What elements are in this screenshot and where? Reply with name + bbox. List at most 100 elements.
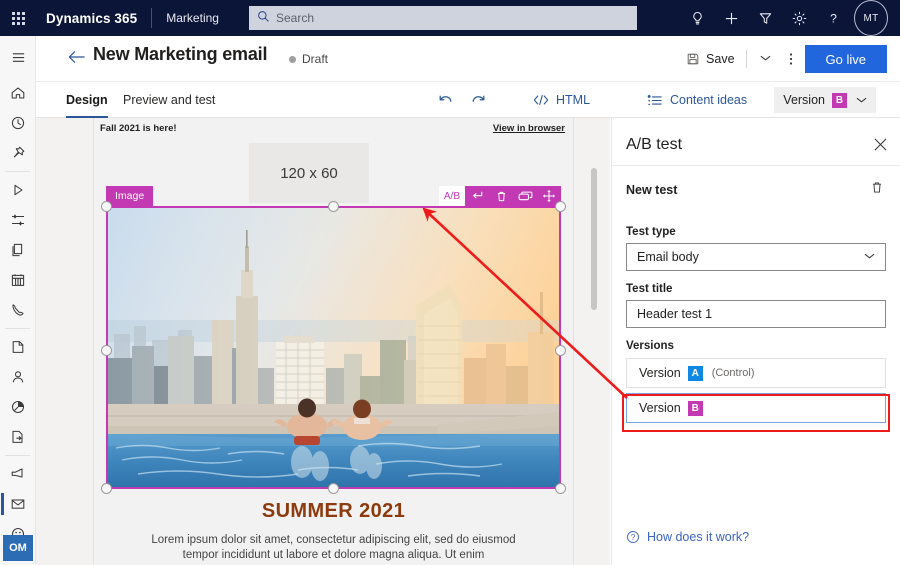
sidebar-divider bbox=[5, 455, 30, 456]
resize-handle-bottom-right[interactable] bbox=[555, 483, 566, 494]
status-text: Draft bbox=[302, 52, 329, 66]
sidebar-item-recent[interactable] bbox=[0, 108, 36, 138]
email-designer-canvas[interactable]: Fall 2021 is here! View in browser 120 x… bbox=[36, 118, 610, 565]
search-placeholder-text: Search bbox=[276, 11, 315, 25]
tab-design[interactable]: Design bbox=[66, 82, 108, 118]
search-icon bbox=[257, 10, 270, 26]
test-type-select[interactable]: Email body bbox=[626, 243, 886, 271]
version-row-a[interactable]: Version A (Control) bbox=[626, 358, 886, 388]
how-does-it-work-label: How does it work? bbox=[647, 530, 750, 544]
command-divider bbox=[745, 50, 747, 68]
sidebar-item-home[interactable] bbox=[0, 78, 36, 108]
save-options-chevron-down-icon[interactable] bbox=[754, 54, 777, 64]
panel-title: A/B test bbox=[626, 136, 683, 153]
version-a-label: Version bbox=[639, 366, 681, 380]
svg-text:?: ? bbox=[830, 11, 837, 25]
sidebar-item-templates[interactable] bbox=[0, 422, 36, 452]
gear-icon[interactable] bbox=[782, 0, 816, 36]
top-navigation-bar: Dynamics 365 Marketing Search ? MT bbox=[0, 0, 900, 36]
resize-handle-middle-left[interactable] bbox=[101, 345, 112, 356]
sidebar-area-switcher[interactable]: OM bbox=[3, 535, 33, 561]
canvas-scrollbar[interactable] bbox=[591, 168, 597, 310]
sidebar-item-contacts[interactable] bbox=[0, 362, 36, 392]
sidebar-item-hamburger-menu[interactable] bbox=[0, 42, 36, 72]
search-input[interactable]: Search bbox=[249, 6, 637, 30]
undo-button[interactable] bbox=[437, 82, 453, 118]
sidebar-item-segments[interactable] bbox=[0, 205, 36, 235]
content-ideas-icon bbox=[647, 94, 663, 107]
resize-handle-bottom-center[interactable] bbox=[328, 483, 339, 494]
ab-test-panel: A/B test New test Test type Email body T… bbox=[611, 118, 900, 565]
how-does-it-work-link[interactable]: ? How does it work? bbox=[626, 530, 749, 544]
image-block[interactable]: Image A/B bbox=[101, 186, 566, 494]
duplicate-block-icon[interactable] bbox=[513, 186, 537, 206]
save-button[interactable]: Save bbox=[682, 52, 739, 66]
email-preheader-text: Fall 2021 is here! bbox=[100, 123, 177, 134]
command-bar: New Marketing email Draft Save Go live bbox=[36, 36, 900, 82]
nav-icon-group: ? MT bbox=[680, 0, 894, 36]
question-circle-icon: ? bbox=[626, 530, 640, 544]
more-commands-icon[interactable] bbox=[777, 51, 805, 67]
panel-section-title: New test bbox=[626, 183, 678, 197]
sidebar-item-pinned[interactable] bbox=[0, 138, 36, 168]
sidebar-item-emails[interactable] bbox=[0, 489, 36, 519]
app-name: Marketing bbox=[166, 11, 219, 25]
close-icon[interactable] bbox=[874, 138, 887, 152]
test-type-value: Email body bbox=[637, 250, 699, 264]
content-ideas-button[interactable]: Content ideas bbox=[647, 82, 747, 118]
tab-preview-and-test[interactable]: Preview and test bbox=[123, 82, 215, 118]
resize-handle-middle-right[interactable] bbox=[555, 345, 566, 356]
sidebar-divider bbox=[5, 171, 30, 172]
sidebar-item-forms[interactable] bbox=[0, 332, 36, 362]
version-selector[interactable]: Version B bbox=[774, 87, 876, 113]
command-bar-actions: Save Go live bbox=[682, 36, 887, 82]
avatar[interactable]: MT bbox=[854, 0, 888, 36]
redo-button[interactable] bbox=[471, 82, 487, 118]
test-title-input[interactable]: Header test 1 bbox=[626, 300, 886, 328]
sidebar-item-analytics[interactable] bbox=[0, 392, 36, 422]
email-page: Fall 2021 is here! View in browser 120 x… bbox=[93, 118, 574, 565]
annotation-highlight-box bbox=[622, 394, 890, 432]
block-toolbar: A/B bbox=[438, 186, 561, 206]
sidebar-divider bbox=[5, 328, 30, 329]
go-live-button[interactable]: Go live bbox=[804, 45, 887, 73]
html-button[interactable]: HTML bbox=[533, 82, 590, 118]
version-a-note: (Control) bbox=[711, 367, 755, 379]
block-type-tag[interactable]: Image bbox=[106, 186, 154, 206]
test-title-label: Test title bbox=[626, 283, 673, 295]
ab-test-button[interactable]: A/B bbox=[438, 186, 465, 206]
resize-handle-bottom-left[interactable] bbox=[101, 483, 112, 494]
undo-block-icon[interactable] bbox=[465, 186, 489, 206]
sidebar-item-campaigns[interactable] bbox=[0, 459, 36, 489]
view-in-browser-link[interactable]: View in browser bbox=[493, 123, 565, 134]
delete-block-icon[interactable] bbox=[489, 186, 513, 206]
test-type-label: Test type bbox=[626, 226, 676, 238]
delete-test-icon[interactable] bbox=[870, 180, 884, 200]
sidebar-item-calls[interactable] bbox=[0, 295, 36, 325]
sidebar-rail: OM bbox=[0, 36, 36, 565]
sidebar-item-journeys[interactable] bbox=[0, 175, 36, 205]
resize-handle-top-right[interactable] bbox=[555, 201, 566, 212]
app-launcher-icon[interactable] bbox=[0, 0, 36, 36]
email-body-text[interactable]: Lorem ipsum dolor sit amet, consectetur … bbox=[144, 533, 523, 563]
plus-icon[interactable] bbox=[714, 0, 748, 36]
html-label: HTML bbox=[556, 93, 591, 107]
sidebar-item-events[interactable] bbox=[0, 265, 36, 295]
back-arrow-icon[interactable] bbox=[67, 49, 86, 68]
version-badge-a: A bbox=[687, 365, 703, 381]
svg-text:?: ? bbox=[631, 533, 636, 542]
chevron-down-icon bbox=[864, 252, 875, 262]
lightbulb-icon[interactable] bbox=[680, 0, 714, 36]
filter-icon[interactable] bbox=[748, 0, 782, 36]
email-headline[interactable]: SUMMER 2021 bbox=[94, 500, 573, 523]
test-title-value: Header test 1 bbox=[637, 307, 713, 321]
version-badge-b: B bbox=[832, 92, 847, 108]
sidebar-item-pages[interactable] bbox=[0, 235, 36, 265]
resize-handle-top-left[interactable] bbox=[101, 201, 112, 212]
help-icon[interactable]: ? bbox=[816, 0, 850, 36]
hero-image[interactable] bbox=[108, 208, 559, 487]
panel-header: A/B test bbox=[612, 118, 900, 166]
code-icon bbox=[533, 94, 549, 106]
resize-handle-top-center[interactable] bbox=[328, 201, 339, 212]
logo-placeholder[interactable]: 120 x 60 bbox=[249, 143, 369, 203]
